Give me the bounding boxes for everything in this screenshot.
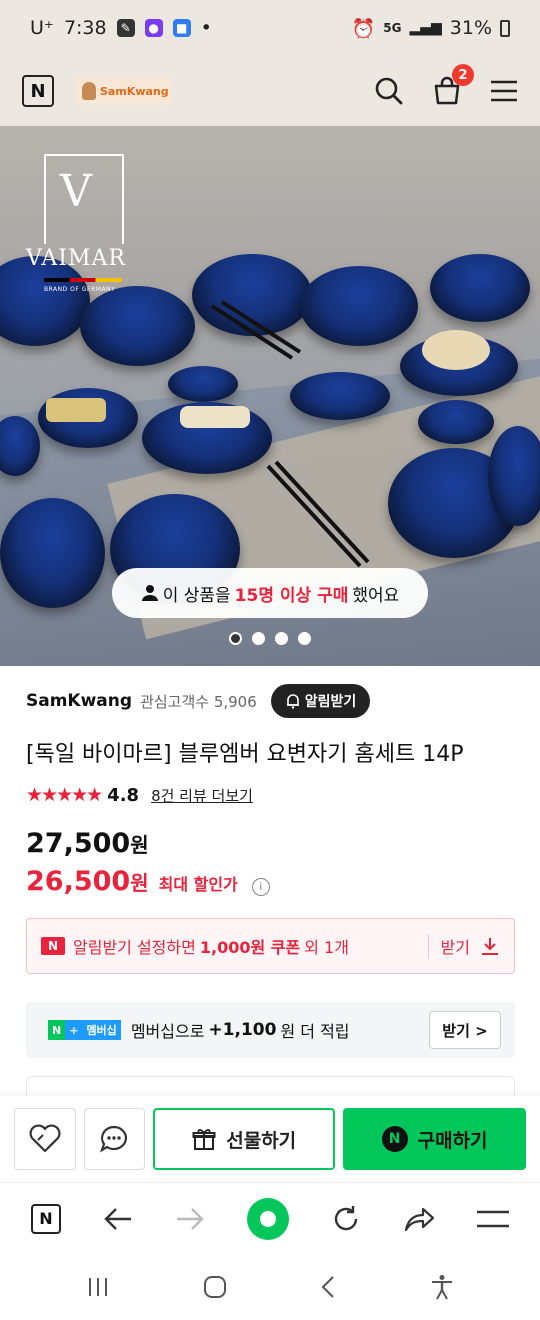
alarm-button-label: 알림받기 (304, 694, 357, 710)
sale-price: 26,500원 (26, 866, 149, 897)
rating-row: ★★★★★ 4.8 8건 리뷰 더보기 (26, 784, 253, 806)
original-price: 27,500원 (26, 828, 149, 859)
original-price-currency: 원 (130, 833, 149, 857)
app-notification-icon-2: ■ (172, 19, 191, 37)
cart-button[interactable]: 2 (432, 64, 474, 106)
gift-button-label: 선물하기 (226, 1129, 297, 1152)
coupon-get-label: 받기 (440, 938, 470, 957)
carrier-label: U⁺ (30, 17, 54, 39)
store-brand-name: SamKwang (100, 84, 169, 98)
app-notification-icon: ● (144, 19, 163, 37)
person-icon (141, 585, 158, 601)
accessibility-icon[interactable] (430, 1274, 454, 1300)
green-home-button[interactable] (247, 1197, 289, 1240)
alarm-subscribe-button[interactable]: 알림받기 (270, 684, 371, 718)
more-notifications-dot: • (200, 17, 212, 39)
seller-row: SamKwang 관심고객수 5,906 알림받기 (26, 684, 514, 718)
chat-bubble-icon (100, 1125, 128, 1153)
max-discount-label: 최대 할인가 (158, 875, 238, 894)
original-price-value: 27,500 (26, 828, 131, 859)
network-label: 5G (383, 21, 402, 35)
buyers-count-pill: 이 상품을 15명 이상 구매 했어요 (112, 568, 428, 618)
naver-n-badge: N (41, 937, 65, 955)
german-flag-stripe (44, 278, 122, 282)
sale-price-row: 26,500원 최대 할인가 i (26, 866, 270, 897)
sale-price-currency: 원 (130, 871, 149, 895)
coupon-amount: 1,000원 쿠폰 (199, 938, 301, 957)
green-dot-icon (260, 1210, 276, 1227)
back-icon[interactable] (319, 1275, 337, 1299)
store-brand-logo[interactable]: SamKwang (76, 77, 172, 105)
rating-value: 4.8 (107, 784, 140, 806)
download-icon (482, 938, 498, 955)
forward-arrow-icon[interactable] (175, 1206, 205, 1232)
menu-icon[interactable] (490, 79, 518, 103)
membership-badge-n: N (48, 1020, 66, 1040)
star-rating-icons: ★★★★★ (26, 784, 103, 806)
browser-menu-icon[interactable] (477, 1209, 509, 1229)
bell-plus-icon (286, 694, 299, 709)
logo-subtitle: BRAND OF GERMANY (44, 286, 116, 293)
wishlist-button[interactable] (14, 1108, 76, 1170)
alarm-icon: ⏰ (351, 17, 376, 40)
battery-label: 31% (449, 17, 492, 39)
coupon-text-suffix: 외 1개 (304, 938, 349, 957)
share-icon[interactable] (403, 1205, 435, 1233)
logo-brand: VAIMAR (26, 246, 126, 271)
carousel-dot-3[interactable] (275, 632, 288, 645)
product-title: [독일 바이마르] 블루엠버 요변자기 홈세트 14P (26, 742, 464, 767)
notification-icon: ✎ (116, 19, 135, 37)
cart-count-badge: 2 (452, 64, 474, 86)
buy-button-label: 구매하기 (417, 1129, 488, 1152)
search-icon[interactable] (374, 76, 404, 106)
product-image-carousel[interactable]: V VAIMAR BRAND OF GERMANY 이 상품을 15명 이상 구… (0, 126, 540, 666)
gift-button[interactable]: 선물하기 (153, 1108, 336, 1170)
membership-amount: +1,100 (208, 1020, 277, 1040)
system-navigation-bar (0, 1254, 540, 1320)
info-icon[interactable]: i (251, 877, 270, 896)
carousel-dot-2[interactable] (252, 632, 265, 645)
chef-icon (82, 82, 96, 100)
buy-button[interactable]: N 구매하기 (343, 1108, 526, 1170)
membership-banner: N + 멤버십 멤버십으로 +1,100 원 더 적립 받기 > (26, 1002, 515, 1058)
logo-mark: V (60, 166, 92, 217)
time-label: 7:38 (63, 17, 107, 39)
naver-home-logo[interactable]: N (22, 75, 54, 107)
buyers-highlight: 15명 이상 구매 (234, 585, 349, 606)
sale-price-value: 26,500 (26, 866, 131, 897)
battery-icon (500, 19, 510, 37)
buyers-prefix: 이 상품을 (162, 585, 231, 606)
carousel-dot-1[interactable] (229, 632, 242, 645)
vaimar-logo: V VAIMAR BRAND OF GERMANY (26, 154, 138, 296)
membership-text-prefix: 멤버십으로 (130, 1022, 205, 1041)
store-header: N SamKwang 2 (0, 56, 540, 126)
browser-navigation-bar: N (0, 1182, 540, 1254)
status-bar: U⁺ 7:38 ✎ ● ■ • ⏰ 5G ▂▄▆ 31% (0, 0, 540, 56)
home-icon[interactable] (203, 1275, 227, 1299)
back-arrow-icon[interactable] (103, 1206, 133, 1232)
talk-talk-button[interactable] (83, 1108, 146, 1170)
seller-name[interactable]: SamKwang (26, 691, 132, 711)
recent-apps-icon[interactable] (86, 1276, 110, 1298)
gift-icon (192, 1129, 216, 1150)
watcher-count: 관심고객수 5,906 (140, 692, 257, 711)
naver-tab-icon[interactable]: N (31, 1203, 61, 1234)
coupon-banner[interactable]: N 알림받기 설정하면 1,000원 쿠폰 외 1개 받기 (26, 918, 515, 974)
coupon-text-prefix: 알림받기 설정하면 (73, 938, 196, 957)
purchase-action-bar: 선물하기 N 구매하기 (0, 1096, 540, 1182)
membership-badge: N + 멤버십 (48, 1020, 121, 1040)
membership-get-button[interactable]: 받기 > (429, 1011, 501, 1049)
naver-pay-icon: N (381, 1126, 408, 1152)
buyers-suffix: 했어요 (352, 585, 400, 606)
reviews-link[interactable]: 8건 리뷰 더보기 (151, 785, 253, 806)
signal-icon: ▂▄▆ (409, 20, 442, 36)
membership-badge-plus: + (65, 1020, 83, 1040)
carousel-dot-4[interactable] (298, 632, 311, 645)
membership-badge-label: 멤버십 (82, 1020, 121, 1040)
refresh-icon[interactable] (331, 1204, 361, 1234)
membership-text-suffix: 원 더 적립 (280, 1022, 350, 1041)
coupon-download-button[interactable]: 받기 (427, 934, 500, 958)
carousel-indicator (0, 632, 540, 645)
heart-icon (29, 1124, 61, 1153)
